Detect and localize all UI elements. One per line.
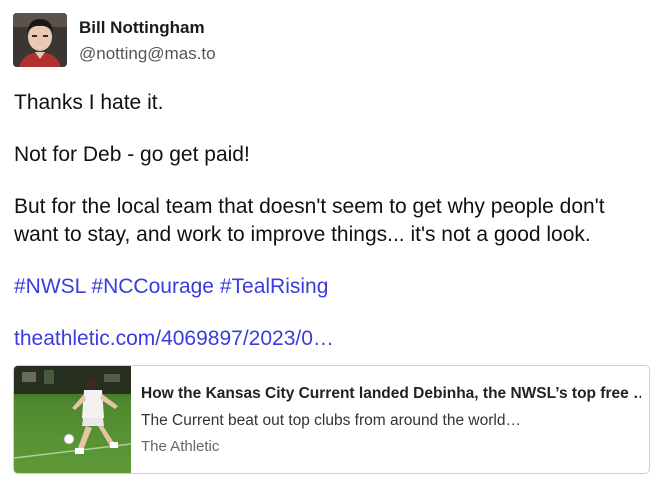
post: Bill Nottingham @notting@mas.to Thanks I… — [0, 0, 660, 483]
hashtag-tealrising[interactable]: #TealRising — [220, 275, 329, 298]
avatar[interactable] — [13, 13, 67, 67]
post-paragraph: Thanks I hate it. — [14, 91, 164, 114]
post-header: Bill Nottingham @notting@mas.to — [13, 13, 633, 67]
hashtag-list: #NWSL #NCCourage #TealRising — [14, 273, 654, 301]
link-preview-title: How the Kansas City Current landed Debin… — [141, 385, 641, 402]
hashtag-nccourage[interactable]: #NCCourage — [91, 275, 214, 298]
link-preview-image — [14, 366, 131, 473]
article-link[interactable]: theathletic.com/4069897/2023/0… — [14, 327, 334, 350]
link-preview-source: The Athletic — [141, 438, 220, 455]
post-paragraph: Not for Deb - go get paid! — [14, 143, 250, 166]
post-link-line: theathletic.com/4069897/2023/0… — [14, 325, 654, 353]
link-preview-description: The Current beat out top clubs from arou… — [141, 412, 521, 429]
post-paragraph: But for the local team that doesn't seem… — [14, 195, 605, 246]
post-content: Thanks I hate it. Not for Deb - go get p… — [14, 89, 654, 377]
link-preview-card[interactable]: How the Kansas City Current landed Debin… — [13, 365, 650, 474]
display-name[interactable]: Bill Nottingham — [79, 18, 205, 38]
hashtag-nwsl[interactable]: #NWSL — [14, 275, 86, 298]
account-handle[interactable]: @notting@mas.to — [79, 44, 216, 64]
